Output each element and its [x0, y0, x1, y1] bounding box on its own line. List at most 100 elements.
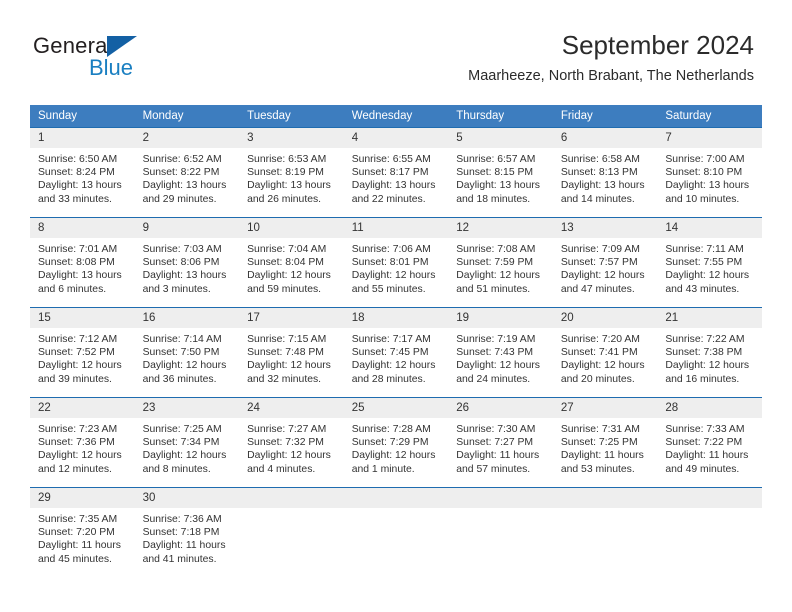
day-number: [552, 488, 658, 508]
calendar-day-cell[interactable]: 1 Sunrise: 6:50 AM Sunset: 8:24 PM Daylight…: [30, 127, 135, 218]
day-number: 15: [30, 308, 135, 328]
day-details: Sunrise: 6:55 AM Sunset: 8:17 PM Daylight:…: [344, 148, 449, 206]
calendar-day-cell[interactable]: 22 Sunrise: 7:23 AM Sunset: 7:36 PM Dayligh…: [30, 397, 135, 488]
calendar-day-cell[interactable]: 8 Sunrise: 7:01 AM Sunset: 8:08 PM Daylight…: [30, 217, 135, 308]
calendar-day-cell[interactable]: 24 Sunrise: 7:27 AM Sunset: 7:32 PM Dayligh…: [239, 397, 344, 488]
daylight-text-line2: and 59 minutes.: [247, 283, 322, 295]
day-number: 3: [239, 128, 344, 148]
calendar-day-cell[interactable]: 15 Sunrise: 7:12 AM Sunset: 7:52 PM Dayligh…: [30, 307, 135, 398]
daylight-text-line1: Daylight: 11 hours: [665, 450, 749, 462]
calendar-week-row: 1 Sunrise: 6:50 AM Sunset: 8:24 PM Daylight…: [30, 127, 762, 218]
daylight-text-line2: and 3 minutes.: [142, 283, 211, 295]
sunrise-text: Sunrise: 7:01 AM: [38, 244, 118, 255]
brand-logo[interactable]: General Blue: [33, 33, 213, 83]
page-header: General Blue September 2024 Maarheeze, N…: [0, 0, 792, 104]
calendar-day-cell[interactable]: 16 Sunrise: 7:14 AM Sunset: 7:50 PM Dayligh…: [134, 307, 240, 398]
day-number: 4: [343, 128, 449, 148]
sunset-text: Sunset: 7:52 PM: [38, 347, 115, 359]
calendar-day-cell[interactable]: 5 Sunrise: 6:57 AM Sunset: 8:15 PM Daylight…: [448, 127, 553, 218]
sunrise-text: Sunrise: 6:58 AM: [560, 154, 640, 165]
calendar-week-row: 8 Sunrise: 7:01 AM Sunset: 8:08 PM Daylight…: [30, 217, 762, 308]
calendar-day-cell[interactable]: 13 Sunrise: 7:09 AM Sunset: 7:57 PM Dayligh…: [552, 217, 658, 308]
calendar-day-cell-empty: [448, 487, 553, 577]
calendar-day-cell[interactable]: 28 Sunrise: 7:33 AM Sunset: 7:22 PM Dayligh…: [657, 397, 762, 488]
day-number: 12: [448, 218, 553, 238]
day-number: 21: [657, 308, 762, 328]
calendar-day-cell[interactable]: 29 Sunrise: 7:35 AM Sunset: 7:20 PM Dayligh…: [30, 487, 135, 577]
sunrise-text: Sunrise: 7:08 AM: [456, 244, 536, 255]
sunset-text: Sunset: 8:13 PM: [560, 167, 638, 179]
calendar-day-cell[interactable]: 27 Sunrise: 7:31 AM Sunset: 7:25 PM Dayligh…: [552, 397, 658, 488]
sunset-text: Sunset: 7:43 PM: [456, 347, 534, 359]
day-details: Sunrise: 7:06 AM Sunset: 8:01 PM Daylight:…: [344, 238, 449, 296]
sunset-text: Sunset: 7:29 PM: [351, 437, 429, 449]
calendar-day-cell[interactable]: 14 Sunrise: 7:11 AM Sunset: 7:55 PM Dayligh…: [657, 217, 762, 308]
day-number: [448, 488, 553, 508]
sunrise-text: Sunrise: 7:11 AM: [665, 244, 744, 255]
sunset-text: Sunset: 8:15 PM: [456, 167, 534, 179]
daylight-text-line1: Daylight: 13 hours: [247, 180, 331, 192]
daylight-text-line2: and 1 minute.: [351, 463, 415, 475]
sunset-text: Sunset: 7:18 PM: [142, 527, 220, 539]
calendar-day-cell[interactable]: 10 Sunrise: 7:04 AM Sunset: 8:04 PM Dayligh…: [239, 217, 344, 308]
day-details: Sunrise: 6:58 AM Sunset: 8:13 PM Daylight:…: [553, 148, 658, 206]
calendar-day-cell[interactable]: 4 Sunrise: 6:55 AM Sunset: 8:17 PM Daylight…: [343, 127, 449, 218]
calendar-day-cell[interactable]: 12 Sunrise: 7:08 AM Sunset: 7:59 PM Dayligh…: [448, 217, 553, 308]
sunrise-text: Sunrise: 6:55 AM: [351, 154, 431, 165]
calendar-day-cell-empty: [552, 487, 658, 577]
day-number: 25: [343, 398, 449, 418]
calendar-day-cell[interactable]: 18 Sunrise: 7:17 AM Sunset: 7:45 PM Dayligh…: [343, 307, 449, 398]
sunset-text: Sunset: 7:27 PM: [456, 437, 534, 449]
daylight-text-line1: Daylight: 13 hours: [456, 180, 540, 192]
daylight-text-line1: Daylight: 12 hours: [142, 450, 227, 462]
sunrise-text: Sunrise: 7:06 AM: [351, 244, 431, 255]
day-details: Sunrise: 7:09 AM Sunset: 7:57 PM Daylight:…: [553, 238, 658, 296]
daylight-text-line1: Daylight: 11 hours: [456, 450, 540, 462]
daylight-text-line1: Daylight: 12 hours: [456, 360, 540, 372]
day-number: 28: [657, 398, 762, 418]
calendar-day-cell[interactable]: 26 Sunrise: 7:30 AM Sunset: 7:27 PM Dayligh…: [448, 397, 553, 488]
calendar-day-cell[interactable]: 20 Sunrise: 7:20 AM Sunset: 7:41 PM Dayligh…: [552, 307, 658, 398]
daylight-text-line2: and 49 minutes.: [665, 463, 740, 475]
day-number: 1: [30, 128, 135, 148]
calendar-day-cell[interactable]: 3 Sunrise: 6:53 AM Sunset: 8:19 PM Daylight…: [239, 127, 344, 218]
daylight-text-line2: and 47 minutes.: [560, 283, 635, 295]
day-details: Sunrise: 6:52 AM Sunset: 8:22 PM Daylight:…: [135, 148, 240, 206]
calendar-day-cell[interactable]: 6 Sunrise: 6:58 AM Sunset: 8:13 PM Daylight…: [552, 127, 658, 218]
page-subtitle: Maarheeze, North Brabant, The Netherland…: [468, 68, 754, 84]
day-number: 2: [134, 128, 240, 148]
daylight-text-line1: Daylight: 12 hours: [38, 450, 122, 462]
day-details: Sunrise: 7:20 AM Sunset: 7:41 PM Daylight:…: [553, 328, 658, 386]
daylight-text-line2: and 32 minutes.: [247, 373, 322, 385]
weekday-header-thursday: Thursday: [448, 105, 553, 128]
calendar-day-cell[interactable]: 21 Sunrise: 7:22 AM Sunset: 7:38 PM Dayligh…: [657, 307, 762, 398]
daylight-text-line2: and 20 minutes.: [560, 373, 635, 385]
calendar-day-cell[interactable]: 17 Sunrise: 7:15 AM Sunset: 7:48 PM Dayligh…: [239, 307, 344, 398]
calendar-day-cell[interactable]: 19 Sunrise: 7:19 AM Sunset: 7:43 PM Dayligh…: [448, 307, 553, 398]
calendar-week-row: 29 Sunrise: 7:35 AM Sunset: 7:20 PM Dayligh…: [30, 487, 762, 577]
weekday-header-monday: Monday: [134, 105, 240, 128]
calendar-day-cell[interactable]: 2 Sunrise: 6:52 AM Sunset: 8:22 PM Daylight…: [134, 127, 240, 218]
calendar-day-cell[interactable]: 25 Sunrise: 7:28 AM Sunset: 7:29 PM Dayligh…: [343, 397, 449, 488]
calendar-day-cell[interactable]: 11 Sunrise: 7:06 AM Sunset: 8:01 PM Dayligh…: [343, 217, 449, 308]
sunset-text: Sunset: 7:25 PM: [560, 437, 638, 449]
calendar-body: 1 Sunrise: 6:50 AM Sunset: 8:24 PM Daylight…: [30, 127, 762, 577]
day-number: [343, 488, 449, 508]
sunrise-text: Sunrise: 6:53 AM: [247, 154, 327, 165]
calendar-day-cell[interactable]: 30 Sunrise: 7:36 AM Sunset: 7:18 PM Dayligh…: [134, 487, 240, 577]
calendar-day-cell-empty: [657, 487, 762, 577]
daylight-text-line1: Daylight: 11 hours: [38, 540, 121, 552]
daylight-text-line1: Daylight: 12 hours: [560, 360, 645, 372]
calendar-day-cell[interactable]: 7 Sunrise: 7:00 AM Sunset: 8:10 PM Daylight…: [657, 127, 762, 218]
daylight-text-line2: and 57 minutes.: [456, 463, 531, 475]
day-details: Sunrise: 7:25 AM Sunset: 7:34 PM Daylight:…: [135, 418, 240, 476]
calendar-day-cell[interactable]: 9 Sunrise: 7:03 AM Sunset: 8:06 PM Daylight…: [134, 217, 240, 308]
daylight-text-line2: and 28 minutes.: [351, 373, 426, 385]
sunrise-text: Sunrise: 7:35 AM: [38, 514, 118, 525]
calendar-day-cell[interactable]: 23 Sunrise: 7:25 AM Sunset: 7:34 PM Dayligh…: [134, 397, 240, 488]
day-details: Sunrise: 7:04 AM Sunset: 8:04 PM Daylight:…: [239, 238, 344, 296]
daylight-text-line2: and 55 minutes.: [351, 283, 426, 295]
day-number: 9: [134, 218, 240, 238]
calendar-week-row: 22 Sunrise: 7:23 AM Sunset: 7:36 PM Dayligh…: [30, 397, 762, 488]
sunset-text: Sunset: 8:06 PM: [142, 257, 220, 269]
